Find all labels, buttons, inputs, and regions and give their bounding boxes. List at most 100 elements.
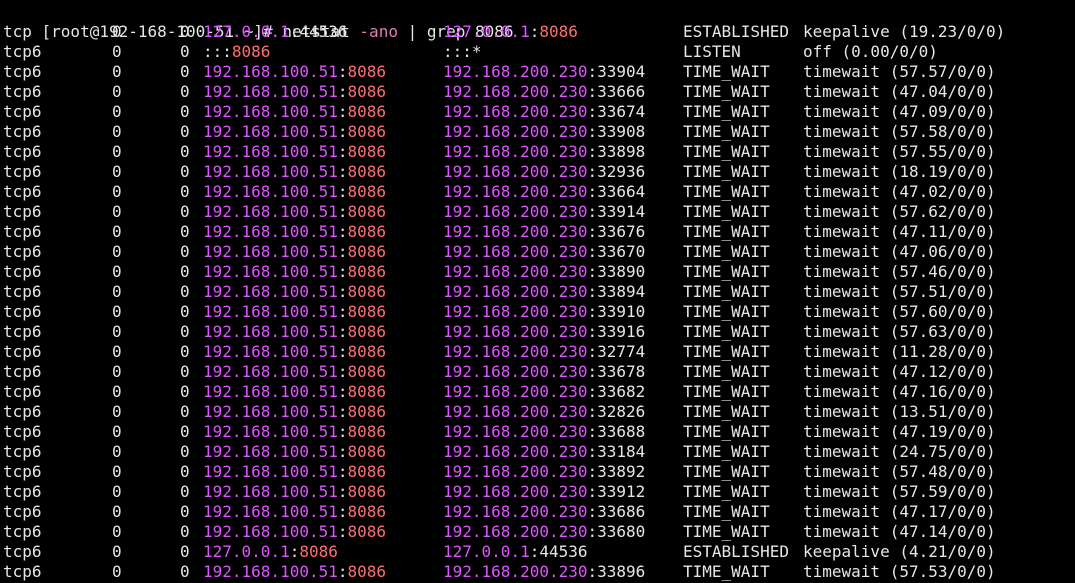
- local-ip: 192.168.100.51: [203, 462, 338, 481]
- proto-cell: tcp6: [3, 162, 42, 181]
- foreign-address-cell: 192.168.200.230:33666: [443, 82, 645, 102]
- foreign-ip: 192.168.200.230: [443, 222, 588, 241]
- proto-cell: tcp6: [3, 182, 42, 201]
- foreign-port: 32774: [597, 342, 646, 361]
- foreign-separator: :: [587, 282, 598, 301]
- local-separator: :: [337, 302, 348, 321]
- local-address-cell: 192.168.100.51:8086: [203, 102, 386, 122]
- recv-q-cell: 0: [112, 222, 122, 241]
- local-port: 8086: [347, 562, 387, 581]
- local-separator: :: [337, 282, 348, 301]
- netstat-row: tcp6 0 0:::8086:::* LISTEN off (0.00/0/0): [3, 42, 1073, 62]
- foreign-ip: 192.168.200.230: [443, 442, 588, 461]
- foreign-port: 33664: [597, 182, 646, 201]
- proto-cell: tcp6: [3, 62, 42, 81]
- local-separator: :: [337, 62, 348, 81]
- local-ip: 127.0.0.1: [203, 542, 290, 561]
- state-cell: TIME_WAIT: [683, 502, 770, 521]
- foreign-port: 33908: [597, 122, 646, 141]
- local-address-cell: 192.168.100.51:8086: [203, 302, 386, 322]
- foreign-ip: 127.0.0.1: [443, 542, 530, 561]
- local-address-cell: 192.168.100.51:8086: [203, 242, 386, 262]
- send-q-cell: 0: [180, 442, 190, 461]
- netstat-row: tcp6 0 0 192.168.100.51:8086 192.168.200.230…: [3, 522, 1073, 542]
- local-address-cell: 127.0.0.1:8086: [203, 542, 338, 562]
- netstat-row: tcp6 0 0 192.168.100.51:8086 192.168.200.230…: [3, 402, 1073, 422]
- foreign-address-cell: 192.168.200.230:32826: [443, 402, 645, 422]
- foreign-separator: :: [587, 162, 598, 181]
- proto-cell: tcp6: [3, 122, 42, 141]
- recv-q-cell: 0: [112, 542, 122, 561]
- state-cell: TIME_WAIT: [683, 342, 770, 361]
- proto-cell: tcp6: [3, 202, 42, 221]
- foreign-address-cell: 127.0.0.1:8086: [443, 22, 578, 42]
- local-separator: :::: [203, 42, 232, 61]
- foreign-separator: :: [587, 342, 598, 361]
- foreign-address-cell: 192.168.200.230:33680: [443, 522, 645, 542]
- foreign-port: 33674: [597, 102, 646, 121]
- foreign-port: 33666: [597, 82, 646, 101]
- foreign-ip: 127.0.0.1: [443, 22, 530, 41]
- foreign-separator: :: [587, 222, 598, 241]
- netstat-row: tcp6 0 0 192.168.100.51:8086 192.168.200.230…: [3, 182, 1073, 202]
- local-port: 8086: [347, 442, 387, 461]
- foreign-address-cell: 192.168.200.230:33686: [443, 502, 645, 522]
- foreign-port: 33678: [597, 362, 646, 381]
- proto-cell: tcp6: [3, 362, 42, 381]
- local-address-cell: 192.168.100.51:8086: [203, 402, 386, 422]
- proto-cell: tcp6: [3, 82, 42, 101]
- local-ip: 192.168.100.51: [203, 362, 338, 381]
- terminal-output[interactable]: [root@192-168-100-51 ~]# netstat -ano | …: [3, 2, 1073, 583]
- state-cell: TIME_WAIT: [683, 202, 770, 221]
- timer-cell: timewait (57.60/0/0): [803, 302, 996, 321]
- local-ip: 192.168.100.51: [203, 222, 338, 241]
- recv-q-cell: 0: [112, 302, 122, 321]
- foreign-address-cell: 192.168.200.230:33896: [443, 562, 645, 582]
- proto-cell: tcp6: [3, 442, 42, 461]
- state-cell: TIME_WAIT: [683, 82, 770, 101]
- state-cell: TIME_WAIT: [683, 562, 770, 581]
- netstat-row: tcp6 0 0 192.168.100.51:8086 192.168.200.230…: [3, 482, 1073, 502]
- recv-q-cell: 0: [112, 322, 122, 341]
- send-q-cell: 0: [180, 562, 190, 581]
- foreign-address-cell: 192.168.200.230:33184: [443, 442, 645, 462]
- send-q-cell: 0: [180, 162, 190, 181]
- foreign-address-cell: 192.168.200.230:33910: [443, 302, 645, 322]
- foreign-address-cell: 192.168.200.230:33914: [443, 202, 645, 222]
- foreign-separator: :: [587, 182, 598, 201]
- local-address-cell: 192.168.100.51:8086: [203, 122, 386, 142]
- send-q-cell: 0: [180, 302, 190, 321]
- recv-q-cell: 0: [112, 402, 122, 421]
- local-port: 8086: [347, 182, 387, 201]
- proto-cell: tcp6: [3, 382, 42, 401]
- netstat-row: tcp6 0 0 192.168.100.51:8086 192.168.200.230…: [3, 362, 1073, 382]
- local-address-cell: 192.168.100.51:8086: [203, 162, 386, 182]
- foreign-separator: :: [587, 62, 598, 81]
- local-ip: 192.168.100.51: [203, 122, 338, 141]
- local-address-cell: 192.168.100.51:8086: [203, 202, 386, 222]
- netstat-row: tcp6 0 0 192.168.100.51:8086 192.168.200.230…: [3, 222, 1073, 242]
- send-q-cell: 0: [180, 62, 190, 81]
- local-address-cell: :::8086: [203, 42, 270, 62]
- recv-q-cell: 0: [112, 342, 122, 361]
- foreign-port: 33890: [597, 262, 646, 281]
- proto-cell: tcp6: [3, 102, 42, 121]
- netstat-row: tcp6 0 0 192.168.100.51:8086 192.168.200.230…: [3, 342, 1073, 362]
- state-cell: TIME_WAIT: [683, 302, 770, 321]
- foreign-separator: :: [587, 502, 598, 521]
- netstat-row: tcp6 0 0 192.168.100.51:8086 192.168.200.230…: [3, 142, 1073, 162]
- recv-q-cell: 0: [112, 242, 122, 261]
- local-separator: :: [289, 22, 300, 41]
- proto-cell: tcp6: [3, 222, 42, 241]
- send-q-cell: 0: [180, 102, 190, 121]
- netstat-row: tcp6 0 0 192.168.100.51:8086 192.168.200.230…: [3, 82, 1073, 102]
- foreign-ip: 192.168.200.230: [443, 322, 588, 341]
- state-cell: TIME_WAIT: [683, 482, 770, 501]
- foreign-separator: :: [587, 102, 598, 121]
- foreign-ip: 192.168.200.230: [443, 422, 588, 441]
- timer-cell: timewait (47.12/0/0): [803, 362, 996, 381]
- local-address-cell: 127.0.0.1:44536: [203, 22, 348, 42]
- foreign-address-cell: 192.168.200.230:33892: [443, 462, 645, 482]
- foreign-ip: 192.168.200.230: [443, 162, 588, 181]
- foreign-port: 32936: [597, 162, 646, 181]
